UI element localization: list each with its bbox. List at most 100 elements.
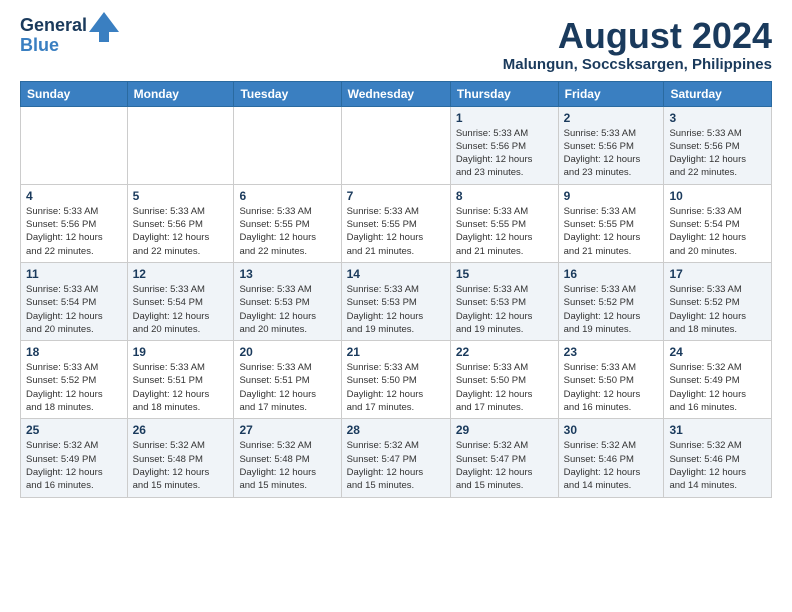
day-number: 10: [669, 189, 766, 203]
day-info: Sunrise: 5:33 AM Sunset: 5:51 PM Dayligh…: [133, 361, 229, 414]
logo-text: General Blue: [20, 16, 87, 56]
day-number: 26: [133, 423, 229, 437]
day-number: 21: [347, 345, 445, 359]
day-info: Sunrise: 5:33 AM Sunset: 5:56 PM Dayligh…: [564, 127, 659, 180]
day-number: 16: [564, 267, 659, 281]
day-number: 18: [26, 345, 122, 359]
day-cell: 30 Sunrise: 5:32 AM Sunset: 5:46 PM Dayli…: [558, 419, 664, 497]
day-number: 30: [564, 423, 659, 437]
day-number: 1: [456, 111, 553, 125]
page: General Blue August 2024 Malungun, Soccs…: [0, 0, 792, 514]
day-number: 17: [669, 267, 766, 281]
day-number: 12: [133, 267, 229, 281]
day-number: 24: [669, 345, 766, 359]
day-cell: 29Sunrise: 5:32 AM Sunset: 5:47 PM Dayli…: [450, 419, 558, 497]
day-number: 20: [239, 345, 335, 359]
day-cell: 4 Sunrise: 5:33 AM Sunset: 5:56 PM Daylig…: [21, 184, 128, 262]
day-cell: 23 Sunrise: 5:33 AM Sunset: 5:50 PM Dayli…: [558, 341, 664, 419]
day-info: Sunrise: 5:33 AM Sunset: 5:50 PM Dayligh…: [564, 361, 659, 414]
day-cell: 2 Sunrise: 5:33 AM Sunset: 5:56 PM Daylig…: [558, 106, 664, 184]
day-cell: 14 Sunrise: 5:33 AM Sunset: 5:53 PM Dayli…: [341, 262, 450, 340]
day-cell: 15Sunrise: 5:33 AM Sunset: 5:53 PM Dayli…: [450, 262, 558, 340]
day-cell: 31 Sunrise: 5:32 AM Sunset: 5:46 PM Dayli…: [664, 419, 772, 497]
day-info: Sunrise: 5:33 AM Sunset: 5:53 PM Dayligh…: [239, 283, 335, 336]
logo: General Blue: [20, 16, 119, 56]
day-info: Sunrise: 5:33 AM Sunset: 5:56 PM Dayligh…: [26, 205, 122, 258]
day-info: Sunrise: 5:33 AM Sunset: 5:55 PM Dayligh…: [564, 205, 659, 258]
day-info: Sunrise: 5:32 AM Sunset: 5:48 PM Dayligh…: [239, 439, 335, 492]
day-number: 2: [564, 111, 659, 125]
day-number: 14: [347, 267, 445, 281]
day-cell: 12 Sunrise: 5:33 AM Sunset: 5:54 PM Dayli…: [127, 262, 234, 340]
day-number: 27: [239, 423, 335, 437]
day-cell: 28 Sunrise: 5:32 AM Sunset: 5:47 PM Dayli…: [341, 419, 450, 497]
day-number: 4: [26, 189, 122, 203]
weekday-header-wednesday: Wednesday: [341, 81, 450, 106]
day-info: Sunrise: 5:32 AM Sunset: 5:49 PM Dayligh…: [26, 439, 122, 492]
day-info: Sunrise: 5:33 AM Sunset: 5:53 PM Dayligh…: [347, 283, 445, 336]
day-cell: 18 Sunrise: 5:33 AM Sunset: 5:52 PM Dayli…: [21, 341, 128, 419]
day-number: 28: [347, 423, 445, 437]
day-number: 11: [26, 267, 122, 281]
week-row-1: 1 Sunrise: 5:33 AM Sunset: 5:56 PM Daylig…: [21, 106, 772, 184]
day-info: Sunrise: 5:33 AM Sunset: 5:51 PM Dayligh…: [239, 361, 335, 414]
day-cell: 3Sunrise: 5:33 AM Sunset: 5:56 PM Daylig…: [664, 106, 772, 184]
day-cell: 1Sunrise: 5:33 AM Sunset: 5:56 PM Daylig…: [450, 106, 558, 184]
day-number: 23: [564, 345, 659, 359]
day-number: 19: [133, 345, 229, 359]
day-number: 5: [133, 189, 229, 203]
day-info: Sunrise: 5:33 AM Sunset: 5:54 PM Dayligh…: [133, 283, 229, 336]
day-info: Sunrise: 5:33 AM Sunset: 5:56 PM Dayligh…: [133, 205, 229, 258]
weekday-header-tuesday: Tuesday: [234, 81, 341, 106]
day-cell: 25 Sunrise: 5:32 AM Sunset: 5:49 PM Dayli…: [21, 419, 128, 497]
week-row-2: 4 Sunrise: 5:33 AM Sunset: 5:56 PM Daylig…: [21, 184, 772, 262]
weekday-header-saturday: Saturday: [664, 81, 772, 106]
day-number: 25: [26, 423, 122, 437]
logo-icon: [89, 12, 119, 42]
day-cell: [234, 106, 341, 184]
day-number: 31: [669, 423, 766, 437]
day-number: 3: [669, 111, 766, 125]
logo-general: General: [20, 15, 87, 35]
day-info: Sunrise: 5:33 AM Sunset: 5:55 PM Dayligh…: [239, 205, 335, 258]
day-cell: 24Sunrise: 5:32 AM Sunset: 5:49 PM Dayli…: [664, 341, 772, 419]
week-row-4: 18 Sunrise: 5:33 AM Sunset: 5:52 PM Dayli…: [21, 341, 772, 419]
day-cell: [341, 106, 450, 184]
day-cell: 27 Sunrise: 5:32 AM Sunset: 5:48 PM Dayli…: [234, 419, 341, 497]
day-cell: 10 Sunrise: 5:33 AM Sunset: 5:54 PM Dayli…: [664, 184, 772, 262]
day-number: 9: [564, 189, 659, 203]
day-info: Sunrise: 5:32 AM Sunset: 5:46 PM Dayligh…: [564, 439, 659, 492]
day-info: Sunrise: 5:33 AM Sunset: 5:55 PM Dayligh…: [456, 205, 553, 258]
header: General Blue August 2024 Malungun, Soccs…: [20, 16, 772, 73]
weekday-header-friday: Friday: [558, 81, 664, 106]
weekday-header-monday: Monday: [127, 81, 234, 106]
day-cell: 6Sunrise: 5:33 AM Sunset: 5:55 PM Daylig…: [234, 184, 341, 262]
day-cell: [127, 106, 234, 184]
day-cell: 7Sunrise: 5:33 AM Sunset: 5:55 PM Daylig…: [341, 184, 450, 262]
day-cell: 8Sunrise: 5:33 AM Sunset: 5:55 PM Daylig…: [450, 184, 558, 262]
day-info: Sunrise: 5:33 AM Sunset: 5:55 PM Dayligh…: [347, 205, 445, 258]
weekday-header-row: SundayMondayTuesdayWednesdayThursdayFrid…: [21, 81, 772, 106]
day-cell: 9 Sunrise: 5:33 AM Sunset: 5:55 PM Daylig…: [558, 184, 664, 262]
day-cell: 13 Sunrise: 5:33 AM Sunset: 5:53 PM Dayli…: [234, 262, 341, 340]
week-row-3: 11 Sunrise: 5:33 AM Sunset: 5:54 PM Dayli…: [21, 262, 772, 340]
day-info: Sunrise: 5:32 AM Sunset: 5:48 PM Dayligh…: [133, 439, 229, 492]
day-info: Sunrise: 5:33 AM Sunset: 5:50 PM Dayligh…: [347, 361, 445, 414]
day-info: Sunrise: 5:33 AM Sunset: 5:52 PM Dayligh…: [564, 283, 659, 336]
day-number: 15: [456, 267, 553, 281]
day-number: 13: [239, 267, 335, 281]
logo-blue: Blue: [20, 35, 59, 55]
day-info: Sunrise: 5:32 AM Sunset: 5:47 PM Dayligh…: [347, 439, 445, 492]
day-cell: 5 Sunrise: 5:33 AM Sunset: 5:56 PM Daylig…: [127, 184, 234, 262]
day-info: Sunrise: 5:33 AM Sunset: 5:54 PM Dayligh…: [669, 205, 766, 258]
week-row-5: 25 Sunrise: 5:32 AM Sunset: 5:49 PM Dayli…: [21, 419, 772, 497]
main-title: August 2024: [503, 16, 772, 56]
day-cell: 21 Sunrise: 5:33 AM Sunset: 5:50 PM Dayli…: [341, 341, 450, 419]
weekday-header-sunday: Sunday: [21, 81, 128, 106]
day-info: Sunrise: 5:33 AM Sunset: 5:52 PM Dayligh…: [26, 361, 122, 414]
day-info: Sunrise: 5:33 AM Sunset: 5:54 PM Dayligh…: [26, 283, 122, 336]
day-info: Sunrise: 5:33 AM Sunset: 5:50 PM Dayligh…: [456, 361, 553, 414]
day-cell: 17Sunrise: 5:33 AM Sunset: 5:52 PM Dayli…: [664, 262, 772, 340]
day-info: Sunrise: 5:32 AM Sunset: 5:46 PM Dayligh…: [669, 439, 766, 492]
weekday-header-thursday: Thursday: [450, 81, 558, 106]
